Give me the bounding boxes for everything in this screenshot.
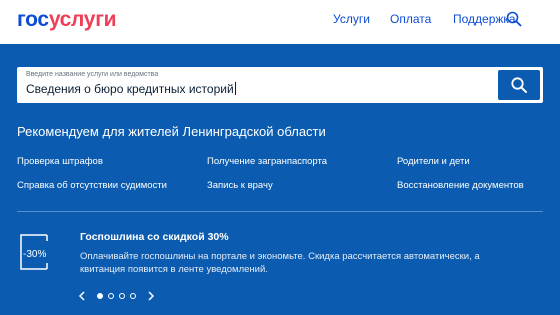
service-search-field[interactable]: Введите название услуги или ведомства Св…: [17, 67, 543, 103]
search-input-value: Сведения о бюро кредитных историй: [26, 82, 234, 96]
gosuslugi-logo[interactable]: госуслуги: [17, 8, 117, 32]
search-icon: [511, 77, 527, 93]
link-no-criminal-record[interactable]: Справка об отсутствии судимости: [17, 180, 167, 191]
top-header: госуслуги Услуги Оплата Поддержка: [0, 0, 560, 44]
logo-part-uslugi: услуги: [48, 8, 117, 31]
chevron-left-icon[interactable]: [77, 290, 87, 302]
promo-description: Оплачивайте госпошлины на портале и экон…: [80, 251, 480, 275]
logo-part-gos: гос: [17, 8, 49, 31]
link-passport[interactable]: Получение загранпаспорта: [207, 156, 327, 167]
recommend-title: Рекомендуем для жителей Ленинградской об…: [17, 124, 326, 139]
nav-payment[interactable]: Оплата: [390, 12, 431, 26]
carousel-dot[interactable]: [130, 293, 136, 299]
link-parents-children[interactable]: Родители и дети: [397, 156, 470, 167]
search-button[interactable]: [498, 70, 540, 100]
carousel-dot[interactable]: [119, 293, 125, 299]
link-doctor-appointment[interactable]: Запись к врачу: [207, 180, 273, 191]
search-input[interactable]: Сведения о бюро кредитных историй: [26, 82, 236, 96]
carousel-dot[interactable]: [97, 293, 103, 299]
link-restore-documents[interactable]: Восстановление документов: [397, 180, 524, 191]
discount-badge-text: -30%: [23, 249, 46, 260]
promo-title[interactable]: Госпошлина со скидкой 30%: [80, 231, 229, 243]
text-cursor: [234, 82, 236, 95]
chevron-right-icon[interactable]: [146, 290, 156, 302]
nav-services[interactable]: Услуги: [333, 12, 370, 26]
search-icon[interactable]: [505, 10, 523, 28]
section-divider: [17, 211, 543, 212]
search-placeholder: Введите название услуги или ведомства: [26, 71, 159, 78]
discount-badge-icon: -30%: [20, 234, 48, 270]
carousel-dot[interactable]: [108, 293, 114, 299]
link-fines-check[interactable]: Проверка штрафов: [17, 156, 103, 167]
